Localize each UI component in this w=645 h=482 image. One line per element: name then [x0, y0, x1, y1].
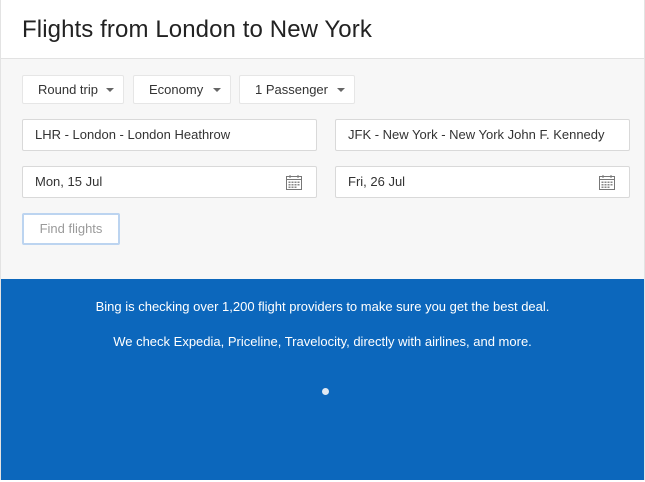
- origin-value: LHR - London - London Heathrow: [35, 127, 231, 142]
- spinner-icon: [322, 388, 329, 395]
- trip-type-label: Round trip: [38, 82, 98, 97]
- passengers-dropdown[interactable]: 1 Passenger: [239, 75, 355, 104]
- passengers-label: 1 Passenger: [255, 82, 328, 97]
- chevron-down-icon: [337, 88, 345, 92]
- page-title: Flights from London to New York: [22, 16, 372, 43]
- cabin-class-dropdown[interactable]: Economy: [133, 75, 231, 104]
- find-flights-button[interactable]: Find flights: [22, 213, 120, 245]
- chevron-down-icon: [213, 88, 221, 92]
- calendar-icon[interactable]: [286, 175, 302, 190]
- return-date-input[interactable]: Fri, 26 Jul: [335, 166, 630, 198]
- cabin-class-label: Economy: [149, 82, 204, 97]
- loading-banner: Bing is checking over 1,200 flight provi…: [1, 279, 644, 480]
- trip-type-dropdown[interactable]: Round trip: [22, 75, 124, 104]
- header: Flights from London to New York: [1, 0, 644, 59]
- search-form: Round trip Economy 1 Passenger LHR - Lon…: [1, 59, 644, 279]
- destination-value: JFK - New York - New York John F. Kenned…: [348, 127, 605, 142]
- banner-message-providers: Bing is checking over 1,200 flight provi…: [95, 299, 550, 314]
- return-date-value: Fri, 26 Jul: [348, 174, 406, 189]
- calendar-icon[interactable]: [599, 175, 615, 190]
- banner-message-sources: We check Expedia, Priceline, Travelocity…: [113, 334, 532, 349]
- destination-input[interactable]: JFK - New York - New York John F. Kenned…: [335, 119, 630, 151]
- depart-date-value: Mon, 15 Jul: [35, 174, 103, 189]
- flight-search-card: Flights from London to New York Round tr…: [0, 0, 645, 480]
- origin-input[interactable]: LHR - London - London Heathrow: [22, 119, 317, 151]
- depart-date-input[interactable]: Mon, 15 Jul: [22, 166, 317, 198]
- chevron-down-icon: [106, 88, 114, 92]
